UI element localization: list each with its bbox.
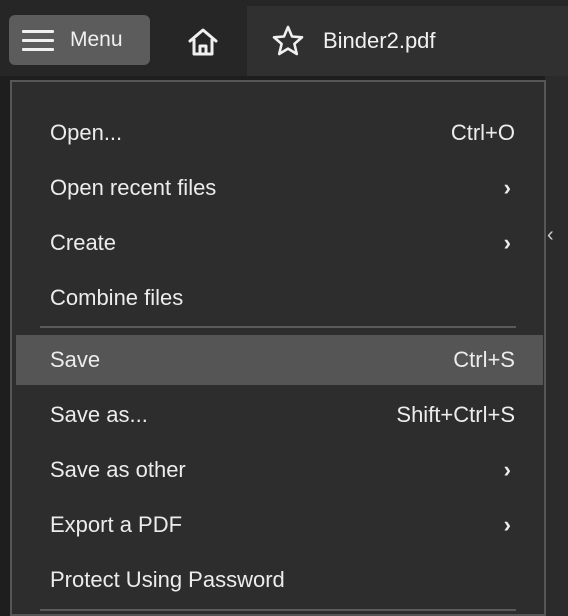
menu-item-open-recent-files[interactable]: Open recent files › [16, 163, 543, 213]
menu-item-create[interactable]: Create › [16, 218, 543, 268]
home-icon [188, 28, 218, 56]
menu-item-label: Open recent files [50, 175, 217, 200]
background-panel [545, 76, 568, 616]
menu-item-protect-using-password[interactable]: Protect Using Password [16, 555, 543, 605]
tab-label: Binder2.pdf [323, 28, 436, 53]
home-button[interactable] [165, 15, 241, 69]
chevron-right-icon: › [503, 230, 511, 255]
menu-item-save[interactable]: Save Ctrl+S [16, 335, 543, 385]
tab-document[interactable]: Binder2.pdf [247, 6, 568, 76]
menu-item-combine-files[interactable]: Combine files [16, 273, 543, 323]
menu-button[interactable]: Menu [9, 15, 150, 65]
menu-item-label: Export a PDF [50, 512, 183, 537]
menu-separator [40, 326, 516, 328]
star-icon[interactable] [271, 24, 305, 58]
menu-item-label: Save as... [50, 402, 148, 427]
chevron-right-icon: › [503, 457, 511, 482]
menu-button-label: Menu [70, 28, 123, 51]
menu-separator [40, 609, 516, 611]
top-bar: Menu Binder2.pdf [0, 0, 568, 76]
menu-item-save-as[interactable]: Save as... Shift+Ctrl+S [16, 390, 543, 440]
menu-item-export-pdf[interactable]: Export a PDF › [16, 500, 543, 550]
menu-dropdown: Open... Ctrl+O Open recent files › Creat… [10, 80, 546, 616]
menu-item-label: Save as other [50, 457, 186, 482]
menu-item-open[interactable]: Open... Ctrl+O [16, 108, 543, 158]
menu-item-label: Create [50, 230, 117, 255]
chevron-right-icon: › [503, 175, 511, 200]
menu-item-shortcut: Shift+Ctrl+S [396, 402, 515, 427]
collapse-chevron-icon[interactable]: ‹ [547, 224, 554, 247]
chevron-right-icon: › [503, 512, 511, 537]
hamburger-icon [22, 28, 54, 52]
menu-item-label: Protect Using Password [50, 567, 285, 592]
menu-item-shortcut: Ctrl+S [453, 347, 515, 372]
menu-item-label: Combine files [50, 285, 184, 310]
menu-item-label: Save [50, 347, 101, 372]
menu-item-save-as-other[interactable]: Save as other › [16, 445, 543, 495]
menu-item-label: Open... [50, 120, 123, 145]
menu-item-shortcut: Ctrl+O [450, 120, 515, 145]
